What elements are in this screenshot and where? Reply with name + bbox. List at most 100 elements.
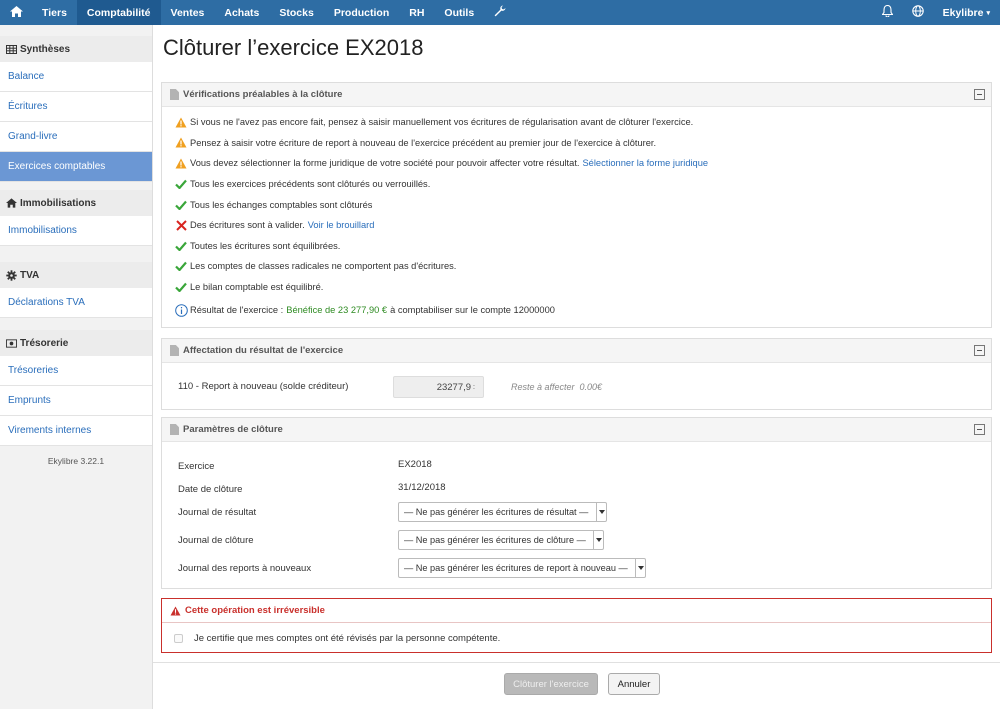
language-button[interactable] (903, 0, 933, 25)
check-text: Tous les exercices précédents sont clôtu… (190, 179, 431, 190)
params-panel-header: Paramètres de clôture (162, 418, 991, 442)
journal-result-label: Journal de résultat (178, 507, 257, 518)
check-text: Vous devez sélectionner la forme juridiq… (190, 158, 580, 169)
result-suffix: à comptabiliser sur le compte 12000000 (390, 305, 555, 316)
certify-row: Je certifie que mes comptes ont été révi… (162, 623, 991, 653)
page-title: Clôturer l’exercice EX2018 (163, 35, 424, 60)
sidebar-item-virements-internes[interactable]: Virements internes (0, 416, 152, 446)
check-text: Des écritures sont à valider. (190, 220, 305, 231)
warning-icon (174, 136, 188, 150)
home-button[interactable] (0, 0, 32, 25)
allocation-panel-header: Affectation du résultat de l'exercice (162, 339, 991, 363)
sidebar-spacer (0, 318, 152, 330)
journal-report-value: — Ne pas générer les écritures de report… (404, 563, 628, 573)
sidebar-item-exercices-comptables[interactable]: Exercices comptables (0, 152, 152, 182)
allocation-panel: Affectation du résultat de l'exercice 11… (161, 338, 992, 410)
check-icon (174, 177, 188, 191)
journal-result-select[interactable]: — Ne pas générer les écritures de résult… (398, 502, 607, 522)
sidebar: Synthèses Balance Écritures Grand-livre … (0, 25, 153, 709)
nav-ventes[interactable]: Ventes (161, 0, 215, 25)
money-icon (6, 338, 17, 349)
chevron-down-icon (593, 531, 603, 549)
journal-report-label: Journal des reports à nouveaux (178, 563, 312, 574)
sidebar-item-immobilisations[interactable]: Immobilisations (0, 216, 152, 246)
check-icon (174, 198, 188, 212)
check-item: Tous les échanges comptables sont clôtur… (162, 194, 991, 215)
cancel-button[interactable]: Annuler (608, 673, 660, 695)
close-exercise-button[interactable]: Clôturer l'exercice (504, 673, 598, 695)
allocation-panel-title: Affectation du résultat de l'exercice (183, 345, 344, 356)
sidebar-item-declarations-tva[interactable]: Déclarations TVA (0, 288, 152, 318)
check-text: Si vous ne l'avez pas encore fait, pense… (190, 117, 694, 128)
tools-button[interactable] (484, 0, 516, 25)
closure-date-label: Date de clôture (178, 484, 243, 495)
nav-tiers[interactable]: Tiers (32, 0, 77, 25)
error-cross-icon (174, 218, 188, 232)
check-item: Vous devez sélectionner la forme juridiq… (162, 153, 991, 174)
certify-checkbox[interactable] (174, 633, 183, 643)
journal-closure-label: Journal de clôture (178, 535, 254, 546)
sidebar-item-emprunts[interactable]: Emprunts (0, 386, 152, 416)
nav-comptabilite[interactable]: Comptabilité (76, 0, 161, 25)
main-content: Clôturer l’exercice EX2018 Vérifications… (153, 25, 1000, 709)
top-navbar: Tiers Comptabilité Ventes Achats Stocks … (0, 0, 1000, 25)
sidebar-spacer (0, 25, 152, 36)
sidebar-item-balance[interactable]: Balance (0, 62, 152, 92)
nav-production[interactable]: Production (324, 0, 399, 25)
sidebar-item-ecritures[interactable]: Écritures (0, 92, 152, 122)
check-item: Toutes les écritures sont équilibrées. (162, 236, 991, 257)
home-icon (9, 5, 23, 20)
view-draft-link[interactable]: Voir le brouillard (308, 220, 375, 230)
check-item: Des écritures sont à valider. Voir le br… (162, 215, 991, 236)
info-icon (174, 303, 188, 317)
check-text: Le bilan comptable est équilibré. (190, 282, 324, 293)
notifications-button[interactable] (873, 0, 903, 25)
alert-triangle-icon (170, 605, 181, 616)
sidebar-item-tresoreries[interactable]: Trésoreries (0, 356, 152, 386)
check-icon (174, 239, 188, 253)
collapse-checks-button[interactable] (974, 89, 985, 100)
irreversible-warning-panel: Cette opération est irréversible Je cert… (161, 598, 992, 653)
sidebar-section-immobilisations: Immobilisations (0, 190, 152, 216)
nav-achats[interactable]: Achats (214, 0, 269, 25)
chevron-down-icon: ▾ (986, 9, 990, 17)
chevron-down-icon (635, 559, 645, 577)
checks-panel-title: Vérifications préalables à la clôture (183, 89, 343, 100)
collapse-params-button[interactable] (974, 424, 985, 435)
user-menu[interactable]: Ekylibre ▾ (933, 0, 1000, 25)
collapse-allocation-button[interactable] (974, 345, 985, 356)
allocation-input[interactable]: 23277,9: (393, 376, 484, 398)
form-actions: Clôturer l'exercice Annuler (153, 662, 1000, 709)
result-row: Résultat de l'exercice : Bénéfice de 23 … (162, 297, 991, 323)
nav-stocks[interactable]: Stocks (269, 0, 323, 25)
journal-report-select[interactable]: — Ne pas générer les écritures de report… (398, 558, 646, 578)
sidebar-section-title: Trésorerie (20, 337, 69, 349)
sidebar-section-syntheses: Synthèses (0, 36, 152, 62)
journal-closure-select[interactable]: — Ne pas générer les écritures de clôtur… (398, 530, 604, 550)
bell-icon (881, 4, 894, 20)
nav-rh[interactable]: RH (399, 0, 434, 25)
checks-panel: Vérifications préalables à la clôture Si… (161, 82, 992, 328)
result-value: Bénéfice de 23 277,90 € (286, 305, 388, 316)
sidebar-section-tva: TVA (0, 262, 152, 288)
check-text: Pensez à saisir votre écriture de report… (190, 137, 657, 148)
allocation-label: 110 - Report à nouveau (solde créditeur) (178, 381, 349, 392)
sidebar-section-title: Synthèses (20, 43, 71, 55)
check-text: Toutes les écritures sont équilibrées. (190, 240, 341, 251)
version-label: Ekylibre 3.22.1 (47, 456, 105, 466)
table-icon (6, 44, 17, 55)
home-icon (6, 198, 17, 209)
sidebar-item-grand-livre[interactable]: Grand-livre (0, 122, 152, 152)
select-legal-form-link[interactable]: Sélectionner la forme juridique (582, 158, 708, 168)
warning-title: Cette opération est irréversible (185, 605, 325, 616)
sidebar-spacer (0, 182, 152, 190)
document-icon (170, 89, 179, 100)
params-panel: Paramètres de clôture Exercice EX2018 Da… (161, 417, 992, 589)
nav-outils[interactable]: Outils (434, 0, 484, 25)
checks-list: Si vous ne l'avez pas encore fait, pense… (162, 107, 991, 323)
warning-icon (174, 156, 188, 170)
exercise-label: Exercice (178, 461, 215, 472)
params-panel-title: Paramètres de clôture (183, 424, 283, 435)
journal-result-value: — Ne pas générer les écritures de résult… (404, 507, 589, 517)
check-icon (174, 259, 188, 273)
